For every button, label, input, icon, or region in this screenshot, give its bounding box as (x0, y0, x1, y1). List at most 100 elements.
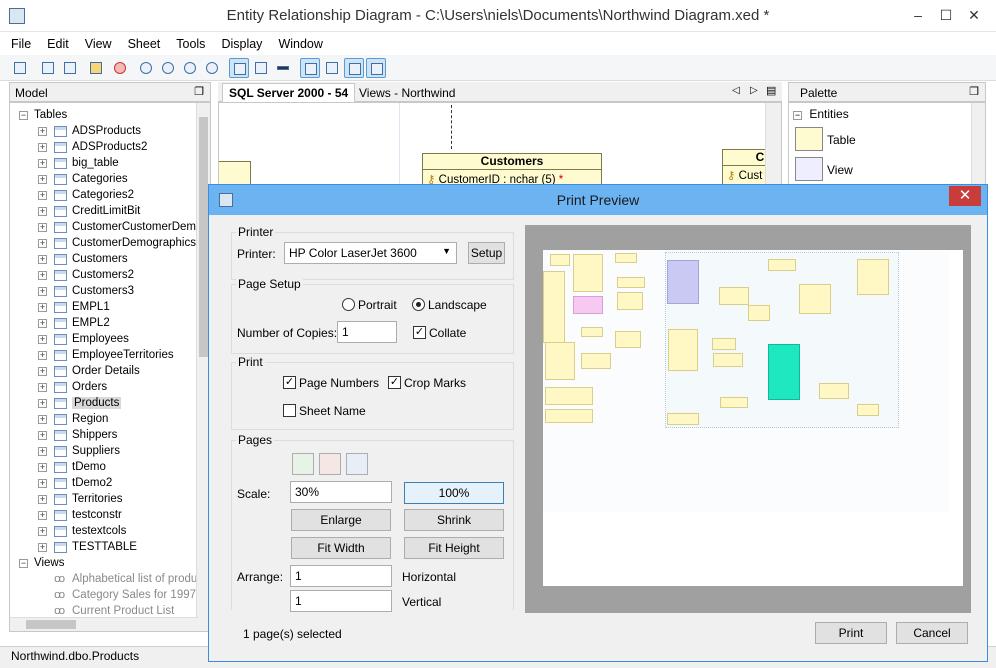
scroll-thumb[interactable] (26, 620, 76, 629)
crop-marks-checkbox[interactable]: ✓ (388, 376, 401, 389)
close-button[interactable]: ✕ (960, 4, 988, 26)
tab-sql-server[interactable]: SQL Server 2000 - 54 (222, 83, 356, 102)
tab-list-icon[interactable]: ▤ (766, 84, 776, 97)
properties-icon[interactable] (86, 58, 106, 78)
expand-icon[interactable]: + (38, 127, 47, 136)
expand-icon[interactable]: + (38, 223, 47, 232)
printer-select[interactable]: HP Color LaserJet 3600 ▼ (284, 242, 457, 264)
dialog-close-button[interactable]: ✕ (949, 186, 981, 206)
collate-checkbox[interactable]: ✓ (413, 326, 426, 339)
menu-window[interactable]: Window (267, 33, 327, 55)
expand-icon[interactable]: + (38, 351, 47, 360)
palette-section-entities[interactable]: − Entities (793, 107, 849, 121)
setup-button[interactable]: Setup (468, 242, 505, 264)
expand-icon[interactable]: + (38, 463, 47, 472)
landscape-radio[interactable] (412, 298, 425, 311)
minimize-button[interactable]: – (904, 4, 932, 26)
print-icon[interactable] (38, 58, 58, 78)
expand-icon[interactable]: + (38, 271, 47, 280)
tree-horizontal-scrollbar[interactable] (10, 617, 198, 631)
expand-icon[interactable]: + (38, 383, 47, 392)
expand-icon[interactable]: + (38, 143, 47, 152)
expand-icon[interactable]: + (38, 239, 47, 248)
copies-input[interactable]: 1 (337, 321, 397, 343)
deselect-pages-icon[interactable] (319, 453, 341, 475)
expand-icon[interactable]: + (38, 303, 47, 312)
stop-icon[interactable] (110, 58, 130, 78)
expand-icon[interactable]: + (38, 335, 47, 344)
shrink-button[interactable]: Shrink (404, 509, 504, 531)
portrait-radio[interactable] (342, 298, 355, 311)
palette-item-view[interactable]: View (793, 155, 969, 183)
zoom-reset-icon[interactable] (202, 58, 222, 78)
menu-view[interactable]: View (74, 33, 117, 55)
menu-edit[interactable]: Edit (36, 33, 74, 55)
invert-selection-icon[interactable] (346, 453, 368, 475)
zoom-100-button[interactable]: 100% (404, 482, 504, 504)
zoom-in-icon[interactable] (158, 58, 178, 78)
palette-scrollbar[interactable] (971, 103, 985, 191)
collapse-icon[interactable]: − (19, 559, 28, 568)
scale-input[interactable]: 30% (290, 481, 392, 503)
cancel-button[interactable]: Cancel (896, 622, 968, 644)
palette-item-table[interactable]: Table (793, 125, 969, 153)
menu-sheet[interactable]: Sheet (117, 33, 166, 55)
expand-icon[interactable]: + (38, 447, 47, 456)
expand-icon[interactable]: + (38, 287, 47, 296)
pin-icon[interactable]: ❐ (194, 85, 204, 98)
sheet-name-checkbox[interactable] (283, 404, 296, 417)
expand-icon[interactable]: + (38, 159, 47, 168)
menu-tools[interactable]: Tools (165, 33, 210, 55)
arrange-vertical-input[interactable]: 1 (290, 590, 392, 612)
canvas-vertical-scrollbar[interactable] (765, 103, 781, 191)
zoom-fit-icon[interactable] (136, 58, 156, 78)
table-icon (54, 206, 67, 217)
expand-icon[interactable]: + (38, 543, 47, 552)
collapse-icon[interactable]: − (793, 111, 802, 120)
scroll-thumb[interactable] (199, 117, 208, 357)
status-text: Northwind.dbo.Products (11, 649, 140, 663)
expand-icon[interactable]: + (38, 207, 47, 216)
menu-file[interactable]: File (0, 33, 36, 55)
collapse-icon[interactable]: − (19, 111, 28, 120)
select-all-pages-icon[interactable] (292, 453, 314, 475)
print-button[interactable]: Print (815, 622, 887, 644)
display-attributes-icon[interactable] (251, 58, 271, 78)
expand-icon[interactable]: + (38, 255, 47, 264)
fit-width-button[interactable]: Fit Width (291, 537, 391, 559)
expand-icon[interactable]: + (38, 431, 47, 440)
expand-icon[interactable]: + (38, 175, 47, 184)
expand-icon[interactable]: + (38, 191, 47, 200)
maximize-button[interactable]: ☐ (932, 4, 960, 26)
display-xml-icon[interactable] (366, 58, 386, 78)
expand-icon[interactable]: + (38, 479, 47, 488)
diagram-canvas[interactable]: Customers ⚷ CustomerID : nchar (5) * Cus… (218, 102, 782, 192)
display-table-icon[interactable] (300, 58, 320, 78)
tab-prev-icon[interactable]: ◁ (732, 85, 740, 96)
expand-icon[interactable]: + (38, 415, 47, 424)
tab-views-northwind[interactable]: Views - Northwind (354, 84, 459, 102)
zoom-out-icon[interactable] (180, 58, 200, 78)
fit-height-button[interactable]: Fit Height (404, 537, 504, 559)
expand-icon[interactable]: + (38, 527, 47, 536)
model-panel-title: Model (15, 86, 48, 100)
arrange-horizontal-input[interactable]: 1 (290, 565, 392, 587)
tab-next-icon[interactable]: ▷ (750, 85, 758, 96)
display-columns-icon[interactable] (344, 58, 364, 78)
page-setup-icon[interactable] (60, 58, 80, 78)
pin-icon[interactable]: ❐ (969, 85, 979, 98)
enlarge-button[interactable]: Enlarge (291, 509, 391, 531)
display-line-icon[interactable] (273, 58, 293, 78)
expand-icon[interactable]: + (38, 367, 47, 376)
model-tree[interactable]: − Tables + ADSProducts + ADSProducts2 + big_t… (9, 102, 211, 632)
print-preview-area[interactable] (525, 225, 971, 613)
menu-display[interactable]: Display (210, 33, 267, 55)
expand-icon[interactable]: + (38, 399, 47, 408)
page-numbers-checkbox[interactable]: ✓ (283, 376, 296, 389)
expand-icon[interactable]: + (38, 319, 47, 328)
expand-icon[interactable]: + (38, 495, 47, 504)
save-icon[interactable] (10, 58, 30, 78)
display-null-icon[interactable] (322, 58, 342, 78)
expand-icon[interactable]: + (38, 511, 47, 520)
display-entity-icon[interactable] (229, 58, 249, 78)
